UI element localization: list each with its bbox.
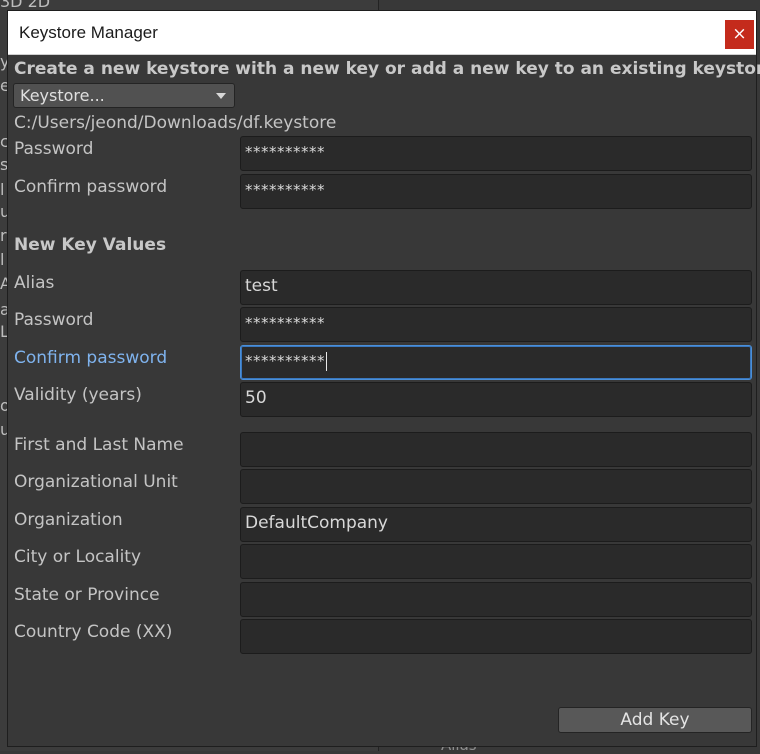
organization-label: Organization <box>14 510 123 530</box>
name-label: First and Last Name <box>14 435 184 455</box>
keystore-password-value: ********** <box>245 143 325 161</box>
org-unit-label: Organizational Unit <box>14 472 178 492</box>
key-password-field[interactable]: ********** <box>240 307 752 342</box>
name-field[interactable] <box>240 432 752 467</box>
background-fragment: l <box>0 250 5 269</box>
city-label: City or Locality <box>14 547 142 567</box>
keystore-confirm-label: Confirm password <box>14 177 168 197</box>
keystore-path: C:/Users/jeond/Downloads/df.keystore <box>14 113 337 133</box>
keystore-password-label: Password <box>14 139 94 159</box>
organization-value: DefaultCompany <box>245 513 388 533</box>
instructions-text: Create a new keystore with a new key or … <box>14 59 760 79</box>
state-field[interactable] <box>240 582 752 617</box>
organization-field[interactable]: DefaultCompany <box>240 507 752 542</box>
keystore-password-field[interactable]: ********** <box>240 136 752 171</box>
background-fragment: l <box>0 180 5 199</box>
key-confirm-value: ********** <box>245 352 325 370</box>
alias-field[interactable]: test <box>240 270 752 305</box>
validity-value: 50 <box>245 388 267 408</box>
key-confirm-label: Confirm password <box>14 348 168 368</box>
validity-label: Validity (years) <box>14 385 142 405</box>
validity-field[interactable]: 50 <box>240 382 752 417</box>
state-label: State or Province <box>14 585 160 605</box>
key-password-label: Password <box>14 310 94 330</box>
city-field[interactable] <box>240 544 752 579</box>
alias-label: Alias <box>14 273 55 293</box>
country-code-label: Country Code (XX) <box>14 622 173 642</box>
background-fragment: r <box>0 226 7 245</box>
key-confirm-field[interactable]: ********** <box>240 345 752 380</box>
keystore-manager-window: Keystore Manager × Create a new keystore… <box>7 10 760 747</box>
new-key-section-title: New Key Values <box>14 235 167 255</box>
window-content: Create a new keystore with a new key or … <box>8 55 760 745</box>
keystore-confirm-field[interactable]: ********** <box>240 174 752 209</box>
add-key-button[interactable]: Add Key <box>558 707 752 733</box>
title-bar[interactable]: Keystore Manager × <box>8 11 756 55</box>
alias-value: test <box>245 276 278 296</box>
org-unit-field[interactable] <box>240 469 752 504</box>
keystore-dropdown-label: Keystore... <box>20 86 105 105</box>
close-button[interactable]: × <box>725 20 754 49</box>
key-password-value: ********** <box>245 314 325 332</box>
text-caret <box>326 351 327 371</box>
chevron-down-icon <box>216 93 226 99</box>
window-title: Keystore Manager <box>19 23 158 42</box>
country-code-field[interactable] <box>240 619 752 654</box>
keystore-dropdown[interactable]: Keystore... <box>13 83 235 108</box>
close-icon: × <box>732 24 747 44</box>
keystore-confirm-value: ********** <box>245 181 325 199</box>
